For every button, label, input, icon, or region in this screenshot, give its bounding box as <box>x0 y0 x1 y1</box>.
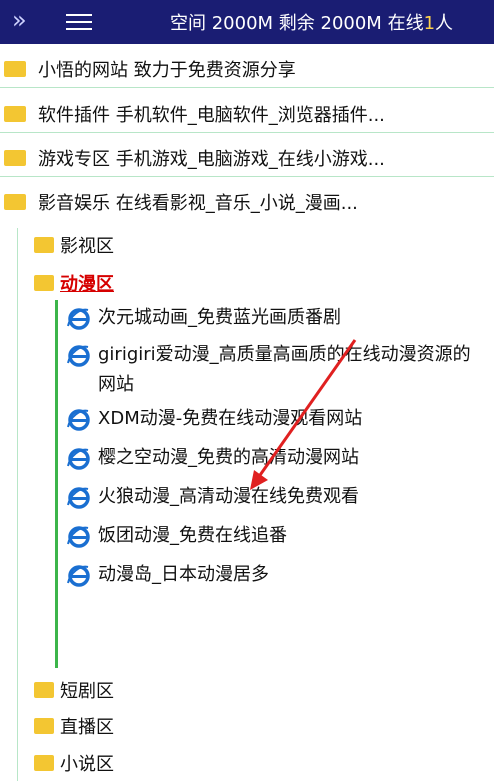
tree-line-active <box>55 300 58 668</box>
ie-browser-icon <box>66 407 90 431</box>
folder-icon <box>34 237 54 253</box>
link-label: girigiri爱动漫_高质量高画质的在线动漫资源的网站 <box>98 344 471 395</box>
category-row[interactable]: 影音娱乐 在线看影视_音乐_小说_漫画... <box>0 183 494 221</box>
tree-line <box>17 228 18 781</box>
online-count: 1 <box>423 13 436 34</box>
folder-icon <box>4 60 26 77</box>
ie-browser-icon <box>66 485 90 509</box>
link-label: 动漫岛_日本动漫居多 <box>98 564 269 585</box>
subfolder-label: 小说区 <box>60 754 114 775</box>
storage-status: 空间 2000M 剩余 2000M 在线1人 <box>170 9 453 35</box>
subfolder-item[interactable]: 小说区 <box>34 748 114 778</box>
link-label: 樱之空动漫_免费的高清动漫网站 <box>98 447 359 468</box>
subfolder-label: 短剧区 <box>60 681 114 702</box>
online-tail: 人 <box>435 13 454 34</box>
category-label: 小悟的网站 致力于免费资源分享 <box>38 59 296 81</box>
subfolder-label: 影视区 <box>60 236 114 257</box>
category-label: 软件插件 手机软件_电脑软件_浏览器插件... <box>38 104 385 126</box>
site-link[interactable]: 火狼动漫_高清动漫在线免费观看 <box>66 482 486 512</box>
category-label: 影音娱乐 在线看影视_音乐_小说_漫画... <box>38 193 358 214</box>
site-link[interactable]: 次元城动画_免费蓝光画质番剧 <box>66 303 486 333</box>
ie-browser-icon <box>66 343 90 367</box>
link-label: 饭团动漫_免费在线追番 <box>98 525 287 546</box>
site-link[interactable]: 动漫岛_日本动漫居多 <box>66 560 486 590</box>
site-link[interactable]: 樱之空动漫_免费的高清动漫网站 <box>66 443 486 473</box>
ie-browser-icon <box>66 524 90 548</box>
ie-browser-icon <box>66 306 90 330</box>
subfolder-label: 直播区 <box>60 717 114 738</box>
site-link[interactable]: XDM动漫-免费在线动漫观看网站 <box>66 404 486 434</box>
ie-browser-icon <box>66 446 90 470</box>
category-row[interactable]: 游戏专区 手机游戏_电脑游戏_在线小游戏... <box>0 139 494 177</box>
folder-icon <box>34 755 54 771</box>
folder-icon <box>34 275 54 291</box>
menu-icon[interactable] <box>66 14 92 30</box>
folder-icon <box>34 718 54 734</box>
expand-icon[interactable]: » <box>12 6 27 34</box>
link-label: XDM动漫-免费在线动漫观看网站 <box>98 408 363 429</box>
subfolder-item-active[interactable]: 动漫区 <box>34 268 114 298</box>
folder-icon <box>4 105 26 122</box>
subfolder-label: 动漫区 <box>60 274 114 295</box>
link-label: 次元城动画_免费蓝光画质番剧 <box>98 307 341 328</box>
site-link[interactable]: girigiri爱动漫_高质量高画质的在线动漫资源的网站 <box>66 340 486 400</box>
folder-icon <box>34 682 54 698</box>
category-row[interactable]: 软件插件 手机软件_电脑软件_浏览器插件... <box>0 95 494 133</box>
link-label: 火狼动漫_高清动漫在线免费观看 <box>98 486 359 507</box>
subfolder-item[interactable]: 影视区 <box>34 230 114 260</box>
folder-icon <box>4 194 26 210</box>
subfolder-item[interactable]: 短剧区 <box>34 675 114 705</box>
ie-browser-icon <box>66 563 90 587</box>
status-text: 空间 2000M 剩余 2000M 在线 <box>170 13 424 34</box>
category-row[interactable]: 小悟的网站 致力于免费资源分享 <box>0 50 494 88</box>
category-label: 游戏专区 手机游戏_电脑游戏_在线小游戏... <box>38 148 385 170</box>
top-bar: » 空间 2000M 剩余 2000M 在线1人 <box>0 0 494 44</box>
site-link[interactable]: 饭团动漫_免费在线追番 <box>66 521 486 551</box>
subfolder-item[interactable]: 直播区 <box>34 711 114 741</box>
folder-icon <box>4 149 26 166</box>
